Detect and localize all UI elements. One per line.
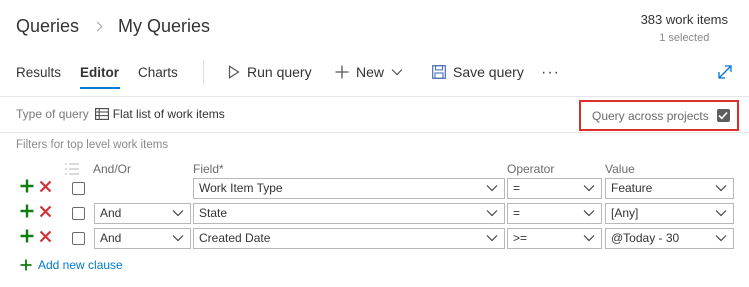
filters-title: Filters for top level work items [16,139,169,151]
clause-row: And State = [Any] [0,203,749,225]
delete-clause-icon[interactable] [39,205,52,218]
save-query-button[interactable]: Save query [432,64,524,80]
plus-icon [20,259,32,271]
query-across-projects-highlight: Query across projects [579,100,739,131]
value-dropdown[interactable]: @Today - 30 [605,228,734,249]
more-options-icon[interactable]: ··· [541,64,560,82]
add-clause-icon[interactable] [20,229,34,243]
query-type-value: Flat list of work items [112,107,225,121]
save-query-label: Save query [453,64,524,80]
operator-dropdown[interactable]: = [507,178,602,199]
clause-checkbox[interactable] [72,207,85,220]
add-new-clause-label: Add new clause [38,258,123,272]
chevron-down-icon [715,235,727,242]
new-label: New [356,64,385,80]
andor-dropdown[interactable]: And [94,228,191,249]
field-dropdown[interactable]: Work Item Type [193,178,505,199]
clause-checkbox[interactable] [72,232,85,245]
query-type-selector[interactable]: Flat list of work items [94,107,225,121]
query-across-projects-checkbox[interactable] [716,109,730,122]
value-dropdown[interactable]: [Any] [605,203,734,224]
delete-clause-icon[interactable] [39,230,52,243]
column-header-andor: And/Or [93,162,132,176]
operator-value: >= [513,231,528,245]
add-clause-icon[interactable] [20,179,34,193]
new-button[interactable]: New [335,64,410,80]
tab-results[interactable]: Results [16,65,61,80]
column-header-operator: Operator [507,162,555,176]
add-new-clause-button[interactable]: Add new clause [20,258,123,272]
run-query-button[interactable]: Run query [228,64,312,80]
query-across-projects-label: Query across projects [592,108,709,123]
query-type-label: Type of query [16,107,89,121]
column-header-value: Value [605,162,635,176]
run-query-label: Run query [247,64,312,80]
value-dropdown[interactable]: Feature [605,178,734,199]
toolbar-divider [203,60,204,85]
chevron-down-icon [486,210,498,217]
field-dropdown[interactable]: Created Date [193,228,505,249]
chevron-down-icon [583,235,595,242]
column-header-field: Field* [193,162,224,176]
operator-value: = [513,206,521,220]
breadcrumb: Queries My Queries [16,16,210,37]
expand-icon[interactable] [717,64,733,80]
andor-dropdown[interactable]: And [94,203,191,224]
value-value: @Today - 30 [611,231,680,245]
work-item-count: 383 work items [640,12,728,27]
clause-checkbox[interactable] [72,182,85,195]
toolbar: Results Editor Charts Run query New Save… [0,60,749,89]
operator-dropdown[interactable]: >= [507,228,602,249]
chevron-down-icon [583,210,595,217]
field-value: Created Date [199,231,271,245]
chevron-down-icon [583,185,595,192]
save-icon [432,65,446,79]
divider [0,96,749,97]
result-summary: 383 work items 1 selected [641,12,728,44]
chevron-down-icon [391,69,403,76]
group-clauses-icon [65,163,79,175]
query-type: Type of query Flat list of work items [16,107,225,121]
tab-charts[interactable]: Charts [138,65,178,80]
active-tab-indicator [80,87,120,89]
chevron-down-icon [172,210,184,217]
andor-value: And [100,231,122,245]
chevron-down-icon [715,210,727,217]
clause-row: And Created Date >= @Today - 30 [0,228,749,250]
operator-value: = [513,181,521,195]
chevron-down-icon [486,235,498,242]
selected-count: 1 selected [659,32,710,44]
play-icon [228,65,240,79]
value-value: [Any] [611,206,639,220]
page-title: My Queries [118,16,211,36]
clause-row: Work Item Type = Feature [0,178,749,200]
chevron-down-icon [486,185,498,192]
tab-editor[interactable]: Editor [80,65,119,80]
field-value: State [199,206,228,220]
value-value: Feature [611,181,653,195]
delete-clause-icon[interactable] [39,180,52,193]
field-dropdown[interactable]: State [193,203,505,224]
add-clause-icon[interactable] [20,204,34,218]
operator-dropdown[interactable]: = [507,203,602,224]
checkmark-icon [718,111,728,120]
divider [0,132,749,133]
chevron-down-icon [172,235,184,242]
chevron-down-icon [715,185,727,192]
field-value: Work Item Type [199,181,283,195]
plus-icon [335,65,349,79]
flat-list-icon [94,108,109,120]
chevron-right-icon [92,21,103,32]
breadcrumb-queries[interactable]: Queries [16,16,79,37]
andor-value: And [100,206,122,220]
